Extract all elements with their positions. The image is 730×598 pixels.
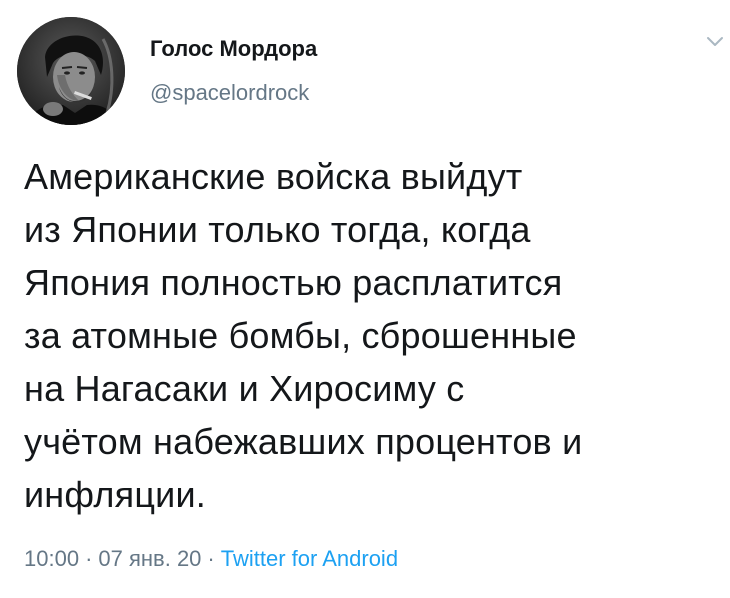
user-handle[interactable]: @spacelordrock [150, 80, 309, 106]
separator: · [207, 546, 215, 571]
tweet-card: Голос Мордора @spacelordrock Американски… [0, 0, 730, 598]
separator: · [85, 546, 93, 571]
chevron-down-icon[interactable] [706, 36, 724, 50]
tweet-text: Американские войска выйдут из Японии тол… [24, 156, 583, 515]
tweet-time[interactable]: 10:00 [24, 546, 79, 571]
display-name[interactable]: Голос Мордора [150, 36, 317, 62]
avatar[interactable] [17, 17, 125, 125]
tweet-meta: 10:00 · 07 янв. 20 · Twitter for Android [24, 546, 398, 572]
tweet-date[interactable]: 07 янв. 20 [98, 546, 201, 571]
tweet-source-link[interactable]: Twitter for Android [221, 546, 398, 571]
avatar-photo [17, 17, 125, 125]
